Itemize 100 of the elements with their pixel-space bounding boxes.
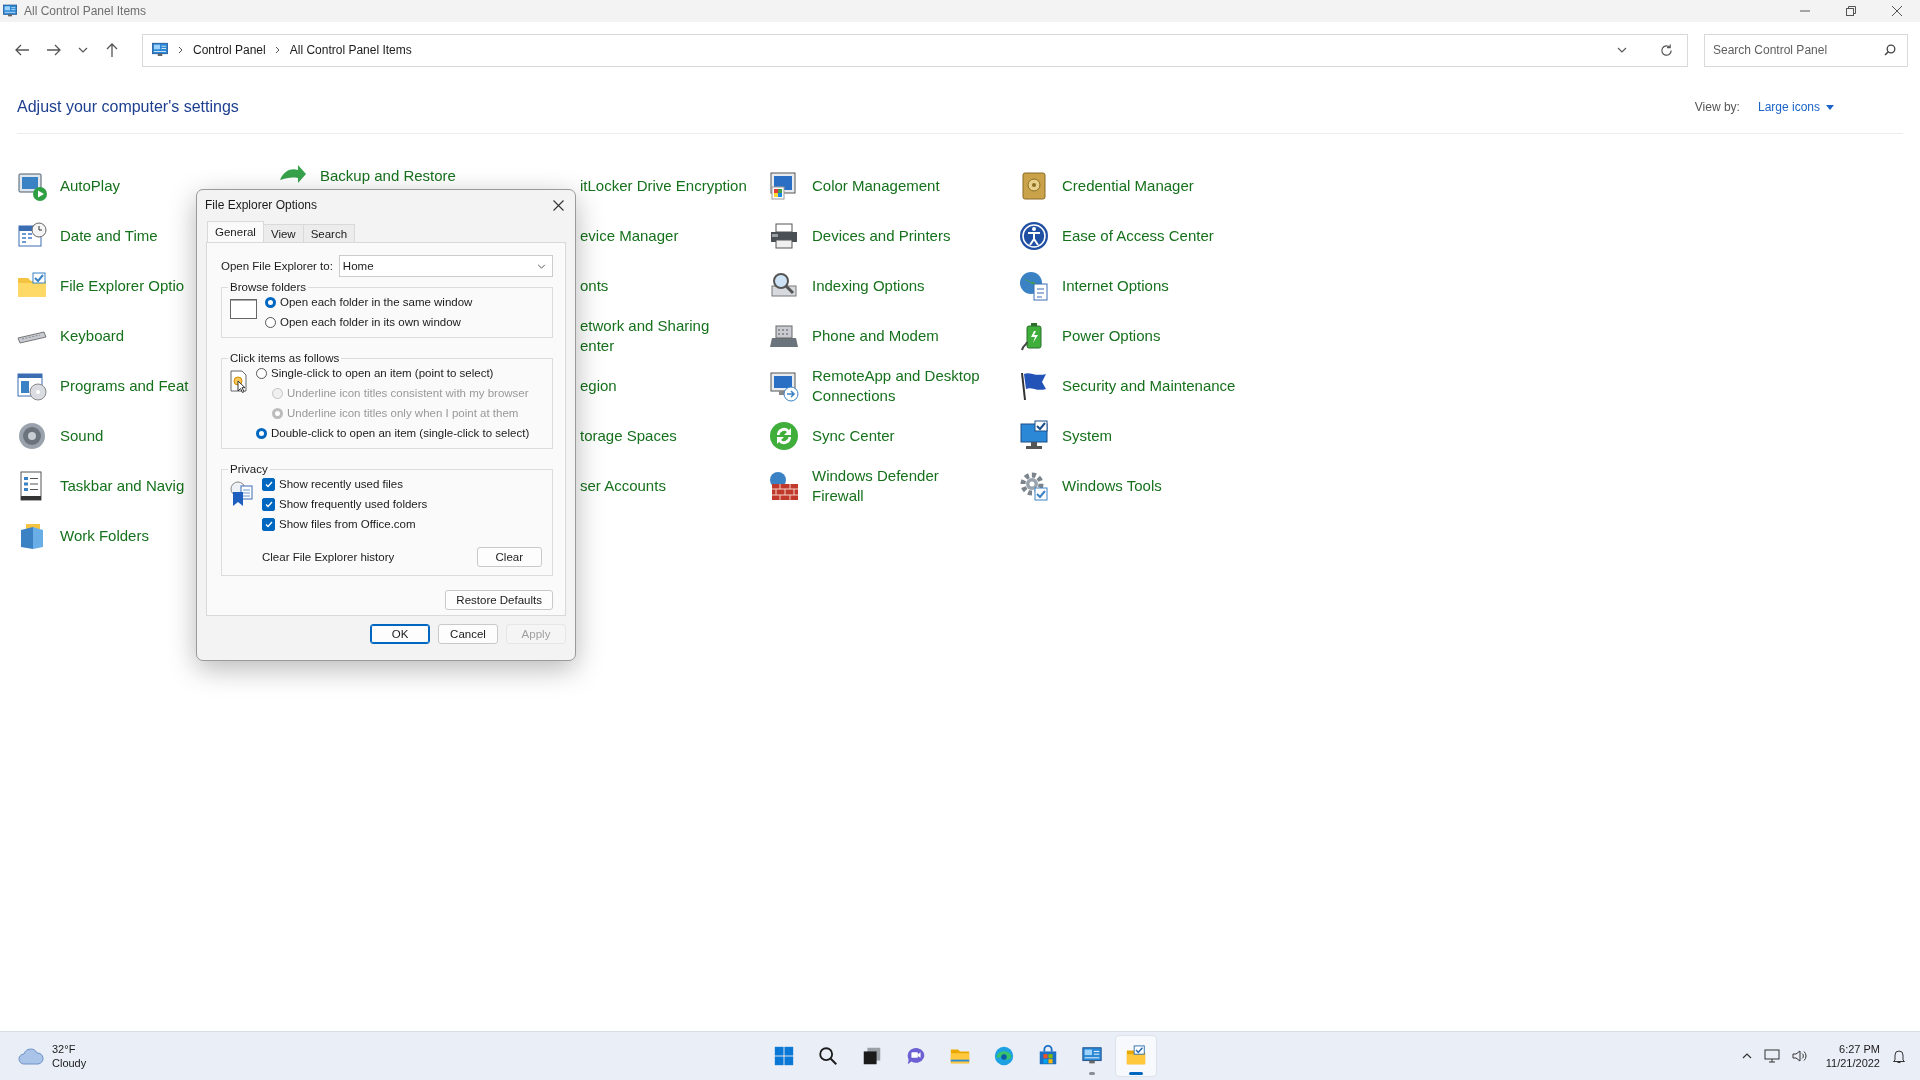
chevron-right-icon (178, 46, 184, 54)
group-label: Click items as follows (229, 352, 341, 364)
chevron-up-icon[interactable] (1741, 1053, 1752, 1059)
documents-icon (230, 481, 254, 507)
volume-icon[interactable] (1791, 1049, 1808, 1063)
dialog-button[interactable]: OK (370, 624, 430, 644)
settings-item-label[interactable]: Windows Tools (1062, 476, 1162, 496)
globe-document-icon[interactable] (1018, 270, 1050, 302)
radio-button[interactable]: Open each folder in the same window (265, 295, 544, 309)
settings-item-label[interactable]: Sync Center (812, 426, 895, 446)
breadcrumb-link[interactable]: Control Panel (193, 43, 266, 57)
radio-button[interactable]: Single-click to open an item (point to select) (256, 366, 544, 380)
search-field[interactable]: Search Control Panel (1704, 33, 1908, 67)
settings-item-label[interactable]: itLocker Drive Encryption (580, 176, 747, 196)
dialog-title: File Explorer Options (205, 198, 318, 212)
browser-icon (993, 1045, 1015, 1067)
network-icon[interactable] (1763, 1049, 1780, 1063)
window-title: All Control Panel Items (24, 4, 147, 18)
notification-icon[interactable] (1892, 1048, 1906, 1064)
printer-icon[interactable] (768, 220, 800, 252)
clear-history-label: Clear File Explorer history (262, 551, 395, 563)
settings-item-label[interactable]: RemoteApp and Desktop Connections (812, 366, 980, 406)
settings-item-label[interactable]: Sound (60, 426, 104, 446)
tab[interactable]: General (207, 221, 264, 242)
accessibility-icon[interactable] (1018, 220, 1050, 252)
weather-condition: Cloudy (52, 1056, 87, 1070)
chevron-right-icon (274, 46, 281, 54)
group-label: Browse folders (229, 281, 308, 293)
window-disc-icon[interactable] (16, 370, 48, 402)
squares-logo-icon (773, 1045, 795, 1067)
monitor-play-icon[interactable] (16, 170, 48, 202)
checkmark-icon (264, 480, 273, 488)
clock-time[interactable]: 6:27 PM (1839, 1042, 1880, 1056)
tab[interactable]: Search (302, 224, 356, 242)
radio-button[interactable]: Open each folder in its own window (265, 315, 544, 329)
settings-item-label[interactable]: Ease of Access Center (1062, 226, 1214, 246)
group-label: Privacy (229, 463, 269, 475)
refresh-icon[interactable] (1660, 43, 1673, 57)
settings-item-label[interactable]: AutoPlay (60, 176, 121, 196)
brick-wall-icon[interactable] (768, 470, 800, 502)
chevron-down-icon (78, 47, 88, 53)
settings-item-label[interactable]: Date and Time (60, 226, 158, 246)
checkbox[interactable]: Show frequently used folders (262, 497, 544, 511)
window-icon (230, 299, 257, 319)
settings-item-label[interactable]: System (1062, 426, 1112, 446)
speaker-icon[interactable] (16, 420, 48, 452)
settings-item-label[interactable]: Keyboard (60, 326, 125, 346)
clock-date[interactable]: 11/21/2022 (1825, 1056, 1880, 1070)
settings-item-label[interactable]: onts (580, 276, 609, 296)
settings-item-label[interactable]: Color Management (812, 176, 940, 196)
view-by-link[interactable]: Large icons (1757, 100, 1820, 114)
settings-item-label[interactable]: Indexing Options (812, 276, 925, 296)
address-bar[interactable]: Control Panel All Control Panel Items (142, 33, 1688, 67)
chevron-down-icon (537, 263, 546, 269)
back-icon (15, 44, 29, 56)
settings-item-label[interactable]: ser Accounts (580, 476, 666, 496)
settings-item-label[interactable]: Phone and Modem (812, 326, 939, 346)
shopping-bag-icon (1037, 1045, 1059, 1067)
sync-icon[interactable] (768, 420, 800, 452)
temperature: 32°F (52, 1042, 77, 1056)
settings-item-label[interactable]: Windows Defender Firewall (812, 466, 939, 506)
chevron-down-icon (1617, 47, 1627, 53)
breadcrumb-link[interactable]: All Control Panel Items (289, 43, 412, 57)
settings-item-label[interactable]: Internet Options (1062, 276, 1169, 296)
overlapping-squares-icon (861, 1045, 883, 1067)
restore-defaults-button[interactable]: Restore Defaults (445, 590, 553, 610)
settings-item-label[interactable]: egion (580, 376, 617, 396)
settings-item-label[interactable]: torage Spaces (580, 426, 677, 446)
dropdown[interactable]: Home (338, 255, 553, 277)
close-icon (552, 199, 564, 211)
settings-item-label[interactable]: File Explorer Optio (60, 276, 185, 296)
settings-item-label[interactable]: Devices and Printers (812, 226, 951, 246)
settings-item-label[interactable]: Power Options (1062, 326, 1161, 346)
checkbox[interactable]: Show files from Office.com (262, 517, 544, 531)
forward-icon (47, 44, 61, 56)
settings-item-label[interactable]: Security and Maintenance (1062, 376, 1236, 396)
settings-item-label[interactable]: evice Manager (580, 226, 679, 246)
radio-button[interactable]: Double-click to open an item (single-click to select) (256, 426, 544, 440)
tab[interactable]: View (262, 224, 304, 242)
search-icon (817, 1045, 839, 1067)
settings-item-label[interactable]: etwork and Sharing enter (580, 316, 710, 356)
close-icon (1892, 6, 1902, 16)
monitor-arrow-icon[interactable] (768, 370, 800, 402)
settings-item-label[interactable]: Taskbar and Navig (60, 476, 185, 496)
field-label: Open File Explorer to: (221, 260, 333, 272)
settings-item-label[interactable]: Programs and Feat (60, 376, 189, 396)
settings-item-label[interactable]: Work Folders (60, 526, 149, 546)
clear-button[interactable]: Clear (476, 547, 542, 567)
monitor-check-icon[interactable] (1018, 420, 1050, 452)
dialog-button[interactable]: Cancel (438, 624, 498, 644)
monitor-icon (151, 41, 169, 59)
gear-icon[interactable] (1018, 470, 1050, 502)
document-cursor-icon (230, 370, 248, 394)
checkbox[interactable]: Show recently used files (262, 477, 544, 491)
settings-item-label[interactable]: Backup and Restore (320, 166, 456, 186)
checkmark-icon (264, 500, 273, 508)
settings-item-label[interactable]: Credential Manager (1062, 176, 1194, 196)
chat-bubble-icon (905, 1045, 927, 1067)
up-arrow-icon (106, 43, 118, 57)
search-icon (1884, 43, 1896, 56)
